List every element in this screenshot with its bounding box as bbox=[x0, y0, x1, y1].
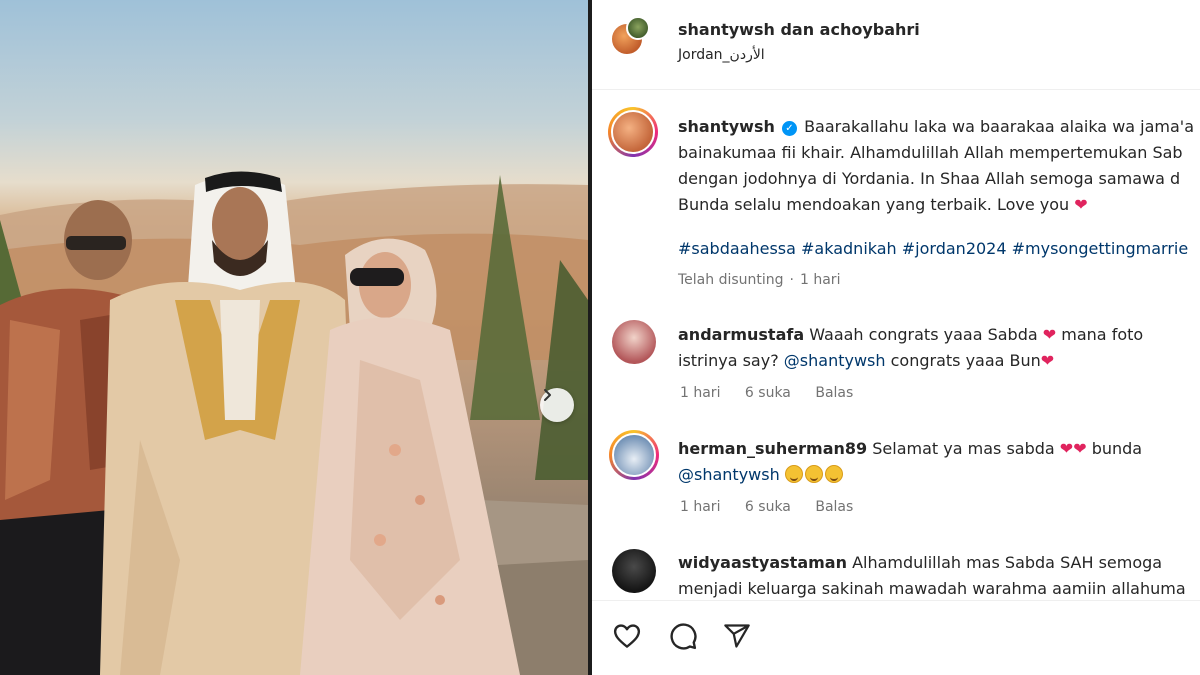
comment-line: @shantywsh bbox=[678, 463, 845, 487]
reply-button[interactable]: Balas bbox=[815, 499, 853, 515]
comment-text: congrats yaaa Bun bbox=[890, 351, 1041, 370]
comment-time[interactable]: 1 hari bbox=[680, 499, 720, 515]
comment-username[interactable]: andarmustafa bbox=[678, 325, 804, 344]
photo-illustration bbox=[0, 171, 588, 675]
caption-username[interactable]: shantywsh bbox=[678, 117, 775, 136]
comment-meta: 1 hari 6 suka Balas bbox=[680, 499, 873, 515]
next-photo-button[interactable] bbox=[540, 388, 574, 422]
avatar[interactable] bbox=[612, 549, 656, 593]
heart-emoji: ❤ bbox=[1059, 439, 1074, 458]
heart-emoji: ❤ bbox=[1073, 439, 1087, 458]
heart-emoji: ❤ bbox=[1040, 351, 1055, 370]
avatar[interactable] bbox=[609, 430, 659, 480]
verified-badge-icon: ✓ bbox=[781, 121, 797, 136]
heart-emoji: ❤ bbox=[1042, 325, 1057, 344]
heart-icon bbox=[613, 624, 641, 648]
like-button[interactable] bbox=[610, 619, 644, 653]
caption-line: shantywsh ✓ Baarakallahu laka wa baaraka… bbox=[678, 115, 1194, 139]
caption-text: Baarakallahu laka wa baarakaa alaika wa … bbox=[804, 117, 1195, 136]
comment-text: Alhamdulillah mas Sabda SAH semoga bbox=[852, 553, 1163, 572]
comment-mention[interactable]: @shantywsh bbox=[678, 465, 780, 484]
comment-text: bunda bbox=[1091, 439, 1143, 458]
post-actions-bar bbox=[592, 600, 1200, 675]
avatar[interactable] bbox=[626, 16, 650, 40]
comment-likes[interactable]: 6 suka bbox=[745, 385, 791, 401]
caption-text: Bunda selalu mendoakan yang terbaik. Lov… bbox=[678, 195, 1070, 214]
comment-username[interactable]: widyaastyastaman bbox=[678, 553, 847, 572]
reply-button[interactable]: Balas bbox=[815, 385, 853, 401]
comment-time[interactable]: 1 hari bbox=[680, 385, 720, 401]
smiling-emoji-icon bbox=[784, 465, 803, 483]
heart-emoji: ❤ bbox=[1074, 195, 1088, 214]
comment-icon bbox=[670, 623, 697, 650]
share-button[interactable] bbox=[720, 619, 754, 653]
caption-hashtags[interactable]: #sabdaahessa #akadnikah #jordan2024 #mys… bbox=[678, 237, 1188, 261]
comment-line: herman_suherman89 Selamat ya mas sabda ❤… bbox=[678, 437, 1142, 461]
comment-text: Selamat ya mas sabda bbox=[872, 439, 1055, 458]
post-photo[interactable] bbox=[0, 0, 588, 675]
comment-mention[interactable]: @shantywsh bbox=[784, 351, 886, 370]
caption-line: Bunda selalu mendoakan yang terbaik. Lov… bbox=[678, 193, 1088, 217]
post-header: shantywsh dan achoybahri Jordan_الأردن bbox=[592, 0, 1200, 90]
comment-meta: 1 hari 6 suka Balas bbox=[680, 385, 873, 401]
comment-username[interactable]: herman_suherman89 bbox=[678, 439, 867, 458]
comment-line: istrinya say? @shantywsh congrats yaaa B… bbox=[678, 349, 1054, 373]
comment-line: widyaastyastaman Alhamdulillah mas Sabda… bbox=[678, 551, 1162, 575]
caption-time[interactable]: 1 hari bbox=[800, 272, 840, 288]
comment-text: menjadi keluarga sakinah mawadah warahma… bbox=[678, 579, 1186, 598]
avatar[interactable] bbox=[612, 320, 656, 364]
comments-scroll-area[interactable]: shantywsh ✓ Baarakallahu laka wa baaraka… bbox=[592, 91, 1200, 599]
comment-text: mana foto bbox=[1061, 325, 1144, 344]
chevron-right-icon bbox=[544, 389, 551, 401]
post-authors[interactable]: shantywsh dan achoybahri bbox=[678, 20, 920, 39]
smiling-emoji-icon bbox=[804, 465, 823, 483]
caption-text: dengan jodohnya di Yordania. In Shaa All… bbox=[678, 169, 1181, 188]
avatar[interactable] bbox=[608, 107, 658, 157]
comment-text: istrinya say? bbox=[678, 351, 779, 370]
caption-text: bainakumaa fii khair. Alhamdulillah Alla… bbox=[678, 143, 1183, 162]
edited-label: Telah disunting bbox=[678, 272, 784, 288]
comment-likes[interactable]: 6 suka bbox=[745, 499, 791, 515]
comment-line: andarmustafa Waaah congrats yaaa Sabda ❤… bbox=[678, 323, 1143, 347]
smiling-emoji-icon bbox=[824, 465, 843, 483]
comment-text: Waaah congrats yaaa Sabda bbox=[809, 325, 1038, 344]
post-details-panel: shantywsh dan achoybahri Jordan_الأردن s… bbox=[592, 0, 1200, 675]
caption-meta: Telah disunting · 1 hari bbox=[678, 272, 841, 288]
comment-button[interactable] bbox=[666, 619, 700, 653]
post-location[interactable]: Jordan_الأردن bbox=[678, 47, 765, 63]
share-icon bbox=[724, 624, 750, 648]
